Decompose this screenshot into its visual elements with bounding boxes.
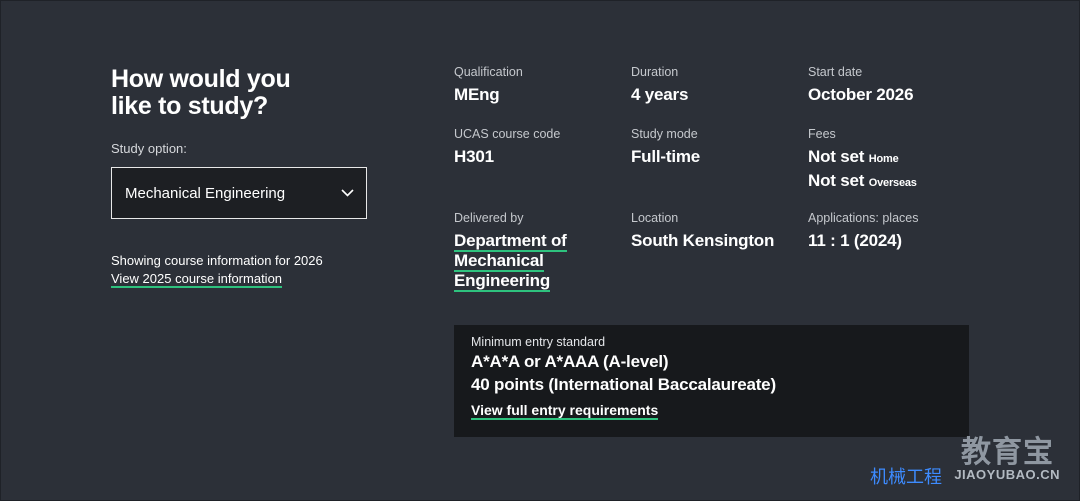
fees-label: Fees (808, 127, 836, 141)
showing-info: Showing course information for 2026 View… (111, 252, 371, 288)
study-option-label: Study option: (111, 141, 187, 156)
delivered-by: Delivered by Department of Mechanical En… (454, 211, 594, 292)
department-link[interactable]: Department of Mechanical Engineering (454, 231, 567, 292)
start-date-label: Start date (808, 65, 863, 79)
chevron-down-icon (340, 186, 354, 200)
watermark: 教育宝 机械工程 JIAOYUBAO.CN (870, 427, 1060, 489)
entry-ib: 40 points (International Baccalaureate) (471, 375, 776, 394)
study-mode-label: Study mode (631, 127, 698, 141)
start-date-value: October 2026 (808, 85, 914, 104)
watermark-brand: 教育宝 (961, 436, 1054, 469)
location-label: Location (631, 211, 679, 225)
study-option-value: Mechanical Engineering (125, 184, 286, 202)
fees-home-value: Not set (808, 147, 865, 166)
applications-value: 11 : 1 (2024) (808, 231, 902, 250)
duration: Duration 4 years (631, 65, 688, 105)
delivered-by-label: Delivered by (454, 211, 524, 225)
applications-label: Applications: places (808, 211, 919, 225)
entry-label: Minimum entry standard (471, 335, 606, 349)
view-2025-link[interactable]: View 2025 course information (111, 271, 283, 288)
study-mode-value: Full-time (631, 147, 701, 166)
study-section: How would you like to study? Study optio… (111, 66, 371, 288)
ucas-code: UCAS course code H301 (454, 127, 560, 167)
qualification-value: MEng (454, 85, 500, 104)
duration-value: 4 years (631, 85, 689, 104)
qualification: Qualification MEng (454, 65, 523, 105)
entry-alevel: A*A*A or A*AAA (A-level) (471, 352, 669, 371)
showing-text: Showing course information for 2026 (111, 253, 323, 268)
fees: Fees Not set Home Not set Overseas (808, 127, 917, 193)
duration-label: Duration (631, 65, 679, 79)
location: Location South Kensington (631, 211, 774, 251)
fees-home-tag: Home (868, 153, 899, 165)
location-value: South Kensington (631, 231, 775, 250)
fees-overseas-value: Not set (808, 171, 865, 190)
ucas-label: UCAS course code (454, 127, 561, 141)
entry-standard-box: Minimum entry standard A*A*A or A*AAA (A… (454, 325, 969, 437)
fees-values: Not set Home Not set Overseas (808, 147, 917, 193)
applications: Applications: places 11 : 1 (2024) (808, 211, 918, 251)
fees-overseas: Not set Overseas (808, 171, 917, 193)
start-date: Start date October 2026 (808, 65, 914, 105)
fees-overseas-tag: Overseas (868, 177, 917, 189)
watermark-domain: JIAOYUBAO.CN (954, 467, 1060, 482)
ucas-value: H301 (454, 147, 494, 166)
section-heading: How would you like to study? (111, 65, 291, 120)
watermark-subject: 机械工程 (870, 467, 942, 487)
entry-requirements-link[interactable]: View full entry requirements (471, 402, 659, 420)
study-mode: Study mode Full-time (631, 127, 700, 167)
qualification-label: Qualification (454, 65, 523, 79)
study-option-select[interactable]: Mechanical Engineering (111, 167, 367, 219)
